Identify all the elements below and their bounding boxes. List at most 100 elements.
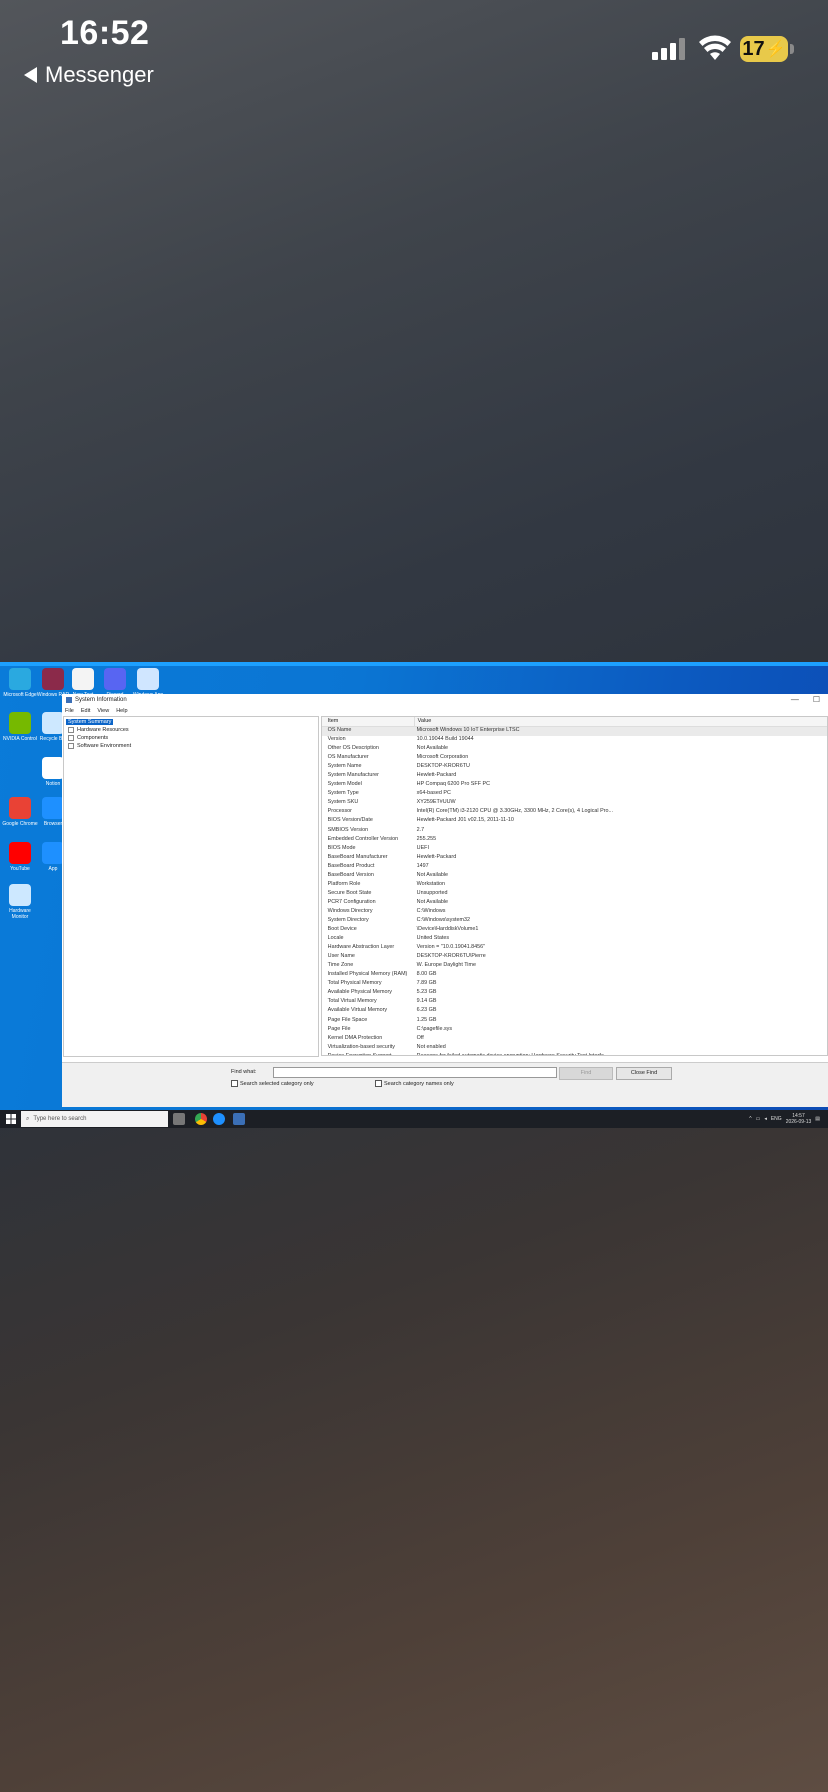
desktop-shortcut[interactable]: Google Chrome [2, 797, 38, 827]
row-item: System Directory [327, 916, 369, 923]
table-row[interactable]: BaseBoard Manufacturer Hewlett-Packard [322, 854, 827, 863]
table-row[interactable]: Kernel DMA Protection Off [322, 1035, 827, 1044]
charging-bolt-icon: ⚡ [765, 41, 786, 58]
volume-icon[interactable]: ◂ [764, 1116, 767, 1122]
find-button[interactable]: Find [559, 1067, 613, 1080]
table-row[interactable]: Windows Directory C:\Windows [322, 908, 827, 917]
table-row[interactable]: Time Zone W. Europe Daylight Time [322, 962, 827, 971]
column-header-value[interactable]: Value [415, 717, 618, 726]
menu-file[interactable]: File [65, 708, 74, 714]
row-value: 8.00 GB [416, 971, 437, 978]
network-icon[interactable]: ▭ [756, 1116, 761, 1122]
tree-item-system-summary[interactable]: System Summary [64, 718, 318, 726]
table-row[interactable]: Installed Physical Memory (RAM) 8.00 GB [322, 971, 827, 980]
desktop-shortcut[interactable]: Hardware Monitor [2, 884, 38, 920]
find-input[interactable] [273, 1067, 557, 1078]
row-item: System Name [327, 763, 362, 770]
table-row[interactable]: PCR7 Configuration Not Available [322, 899, 827, 908]
row-value: Off [416, 1034, 424, 1041]
minimize-button[interactable]: — [791, 695, 799, 704]
table-row[interactable]: Locale United States [322, 935, 827, 944]
search-category-names-checkbox[interactable]: Search category names only [375, 1080, 454, 1087]
table-body: OS Name Microsoft Windows 10 IoT Enterpri… [321, 727, 827, 1055]
taskbar-clock[interactable]: 14:57 2026-09-13 [786, 1113, 812, 1125]
table-row[interactable]: System SKU XY259ET#UUW [322, 799, 827, 808]
checkbox-box[interactable] [375, 1080, 382, 1087]
table-row[interactable]: System Directory C:\Windows\system32 [322, 917, 827, 926]
table-row[interactable]: Page File Space 1.25 GB [322, 1017, 827, 1026]
app-taskbar-icon[interactable] [213, 1113, 225, 1125]
expand-icon[interactable] [68, 734, 74, 741]
table-row[interactable]: Embedded Controller Version 255.255 [322, 836, 827, 845]
table-row[interactable]: BaseBoard Product 1497 [322, 863, 827, 872]
battery-percent: 17 [742, 37, 765, 60]
search-icon: ⌕ [26, 1115, 30, 1122]
table-row[interactable]: OS Manufacturer Microsoft Corporation [322, 754, 827, 763]
row-item: BIOS Mode [327, 844, 356, 851]
table-row[interactable]: Version 10.0.19044 Build 19044 [322, 736, 827, 745]
table-row[interactable]: User Name DESKTOP-KROR6TU\Pierre [322, 953, 827, 962]
column-header-item[interactable]: Item [322, 717, 415, 726]
taskbar-search-box[interactable]: ⌕ Type here to search [21, 1111, 168, 1127]
notification-icon[interactable]: ▤ [815, 1116, 820, 1122]
table-row[interactable]: Total Physical Memory 7.89 GB [322, 980, 827, 989]
discord-icon [104, 668, 126, 690]
table-row[interactable]: SMBIOS Version 2.7 [322, 827, 827, 836]
row-item: System Model [327, 781, 362, 788]
battery-tip [790, 44, 794, 54]
table-row[interactable]: System Type x64-based PC [322, 790, 827, 799]
table-row[interactable]: System Model HP Compaq 6200 Pro SFF PC [322, 781, 827, 790]
table-row[interactable]: Platform Role Workstation [322, 881, 827, 890]
table-row[interactable]: Total Virtual Memory 9.14 GB [322, 998, 827, 1007]
table-row[interactable]: Virtualization-based security Not enabled [322, 1044, 827, 1053]
checkbox-label: Search category names only [384, 1080, 454, 1087]
table-row[interactable]: Boot Device \Device\HarddiskVolume1 [322, 926, 827, 935]
windows-start-icon[interactable] [6, 1114, 16, 1124]
tree-item-components[interactable]: Components [64, 734, 318, 742]
table-row[interactable]: Processor Intel(R) Core(TM) i3-2120 CPU @… [322, 808, 827, 817]
recycle-bin-icon [42, 712, 64, 734]
language-indicator[interactable]: ENG [771, 1116, 782, 1122]
battery-indicator: 17 ⚡ [740, 36, 788, 62]
row-item: Available Physical Memory [327, 989, 392, 996]
row-item: BaseBoard Manufacturer [327, 853, 388, 860]
row-value: Unsupported [416, 889, 448, 896]
table-row[interactable]: System Name DESKTOP-KROR6TU [322, 763, 827, 772]
menu-help[interactable]: Help [116, 708, 127, 714]
table-row[interactable]: System Manufacturer Hewlett-Packard [322, 772, 827, 781]
table-row[interactable]: BIOS Version/Date Hewlett-Packard J01 v02… [322, 817, 827, 826]
settings-app-icon [137, 668, 159, 690]
table-row[interactable]: Device Encryption Support Reasons for fai… [322, 1053, 827, 1055]
table-row[interactable]: Other OS Description Not Available [322, 745, 827, 754]
tree-item-software-environment[interactable]: Software Environment [64, 742, 318, 750]
table-row[interactable]: BaseBoard Version Not Available [322, 872, 827, 881]
expand-icon[interactable] [68, 726, 74, 733]
back-to-messenger-button[interactable]: Messenger [24, 62, 154, 88]
row-item: BaseBoard Product [327, 862, 375, 869]
task-view-icon[interactable] [173, 1113, 185, 1125]
tree-item-hardware-resources[interactable]: Hardware Resources [64, 726, 318, 734]
row-item: Windows Directory [327, 907, 373, 914]
desktop-shortcut[interactable]: Microsoft Edge [2, 668, 38, 698]
table-row[interactable]: Available Physical Memory 5.23 GB [322, 989, 827, 998]
expand-icon[interactable] [68, 742, 74, 749]
chevron-up-icon[interactable]: ^ [749, 1116, 751, 1122]
table-row[interactable]: BIOS Mode UEFI [322, 845, 827, 854]
search-selected-category-checkbox[interactable]: Search selected category only [231, 1080, 314, 1087]
row-value: Microsoft Windows 10 IoT Enterprise LTSC [416, 727, 520, 733]
menu-view[interactable]: View [97, 708, 109, 714]
desktop-shortcut[interactable]: YouTube [2, 842, 38, 872]
close-find-button[interactable]: Close Find [616, 1067, 672, 1080]
maximize-button[interactable]: ☐ [813, 695, 820, 704]
checkbox-box[interactable] [231, 1080, 238, 1087]
system-info-taskbar-icon[interactable] [233, 1113, 245, 1125]
chrome-taskbar-icon[interactable] [195, 1113, 207, 1125]
table-row[interactable]: OS Name Microsoft Windows 10 IoT Enterpri… [321, 727, 827, 737]
menu-edit[interactable]: Edit [81, 708, 90, 714]
cellular-signal-icon [652, 38, 685, 60]
table-row[interactable]: Page File C:\pagefile.sys [322, 1026, 827, 1035]
table-row[interactable]: Available Virtual Memory 6.23 GB [322, 1007, 827, 1016]
desktop-shortcut[interactable]: NVIDIA Control [2, 712, 38, 742]
table-row[interactable]: Secure Boot State Unsupported [322, 890, 827, 899]
table-row[interactable]: Hardware Abstraction Layer Version = "10.… [322, 944, 827, 953]
